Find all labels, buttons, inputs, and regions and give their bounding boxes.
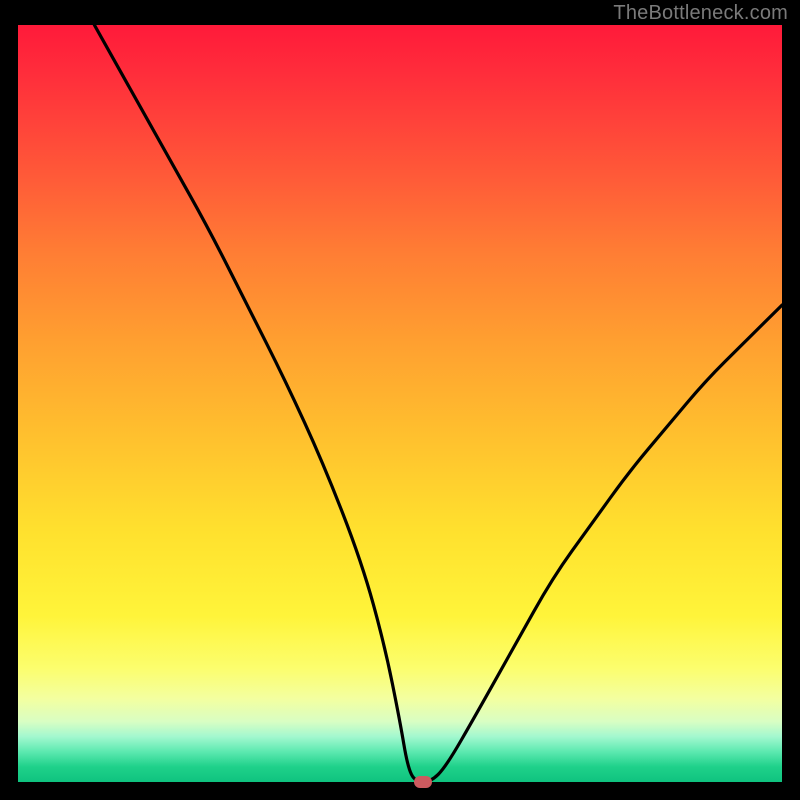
optimal-marker: [414, 776, 432, 788]
plot-area: [18, 25, 782, 782]
bottleneck-curve: [18, 25, 782, 782]
attribution-label: TheBottleneck.com: [613, 2, 788, 25]
chart-frame: TheBottleneck.com: [0, 0, 800, 800]
